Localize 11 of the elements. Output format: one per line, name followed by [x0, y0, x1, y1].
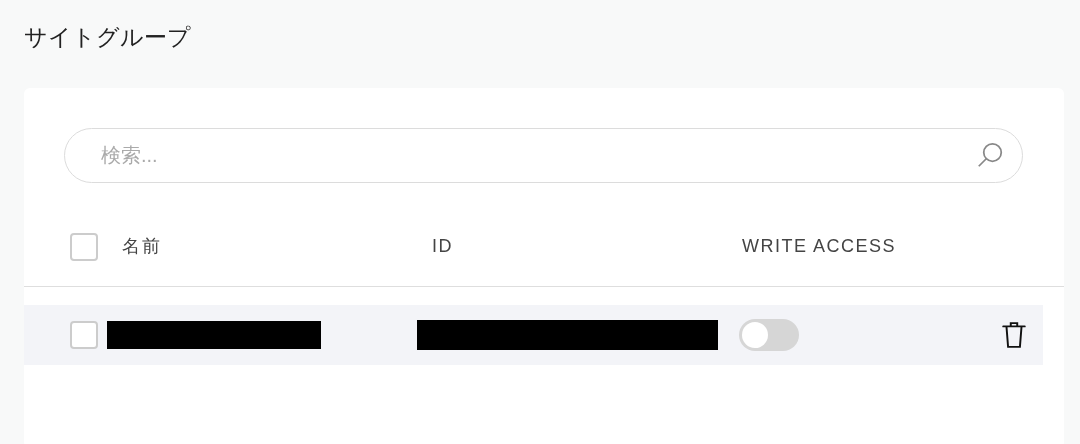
row-checkbox[interactable] [70, 321, 98, 349]
column-header: ID [432, 236, 453, 256]
search-field[interactable]: 検索... [64, 128, 1023, 183]
column-header: 名前 [122, 236, 161, 256]
toggle-switch[interactable] [739, 319, 799, 351]
trash-icon[interactable] [1001, 321, 1027, 349]
table-row[interactable] [24, 305, 1043, 365]
column-header: WRITE ACCESS [742, 236, 897, 256]
page-title: サイトグループ [24, 23, 191, 52]
select-all-checkbox[interactable] [70, 232, 98, 261]
search-icon[interactable] [975, 140, 1005, 170]
